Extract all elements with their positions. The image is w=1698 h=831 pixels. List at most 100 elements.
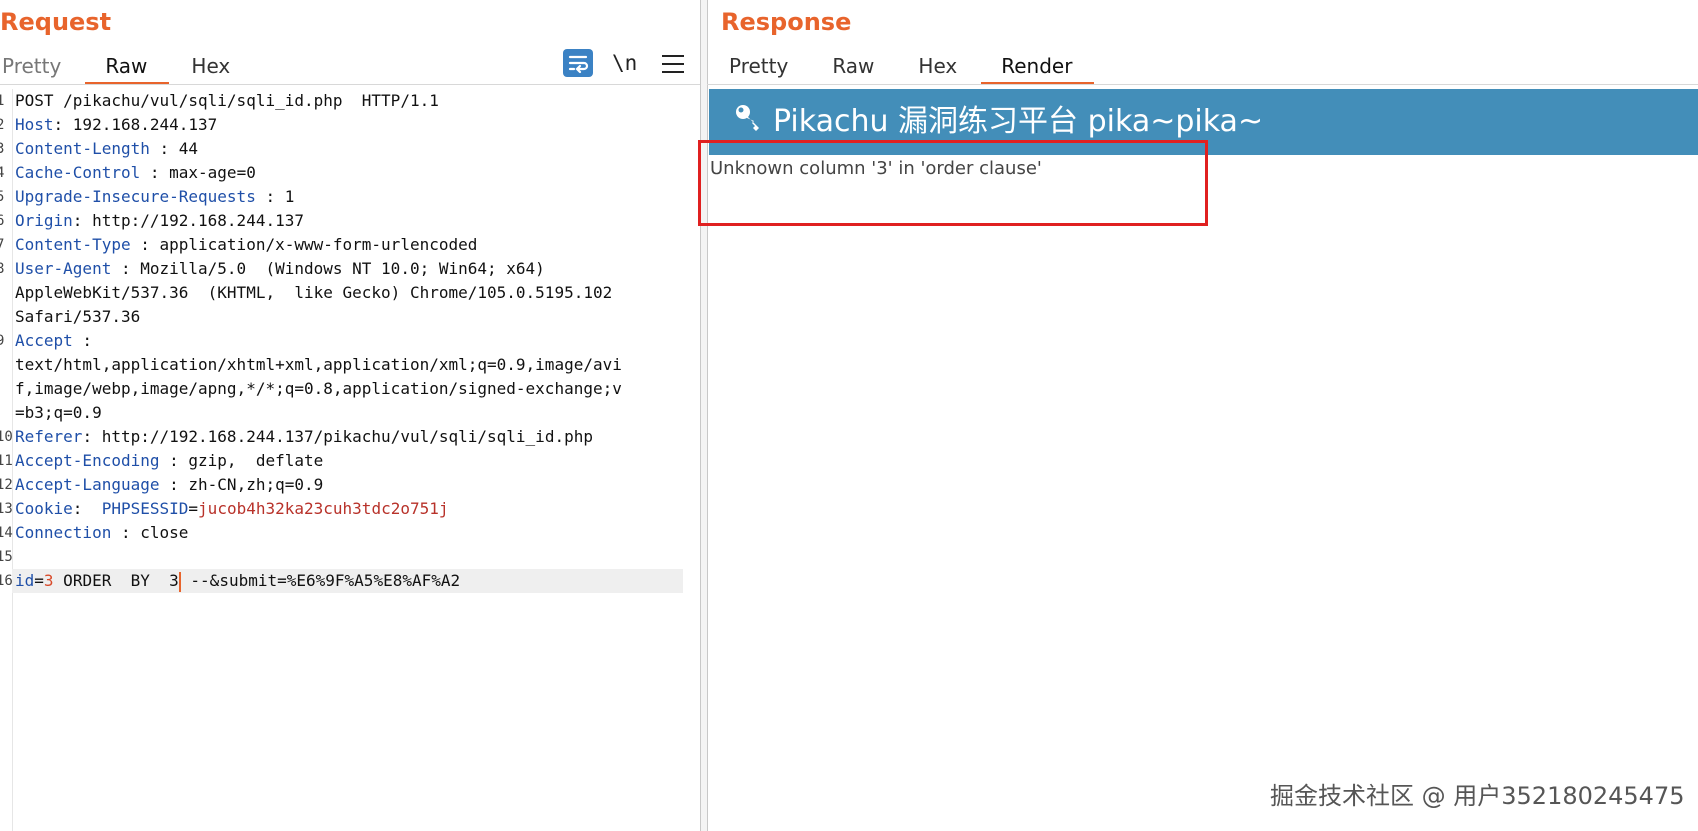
line-content: Content-Type : application/x-www-form-ur… bbox=[15, 233, 477, 257]
line-content: Content-Length : 44 bbox=[15, 137, 198, 161]
header-value: : close bbox=[111, 523, 189, 542]
body-text: ORDER BY 3 bbox=[53, 571, 179, 590]
highlight-box bbox=[698, 140, 1208, 226]
line-content: Upgrade-Insecure-Requests : 1 bbox=[15, 185, 294, 209]
line-content: Accept-Encoding : gzip, deflate bbox=[15, 449, 323, 473]
body-text: --&submit=%E6%9F%A5%E8%AF%A2 bbox=[180, 571, 461, 590]
editor-line[interactable]: 14 Connection : close bbox=[0, 521, 690, 545]
header-separator: : bbox=[72, 499, 102, 518]
editor-line[interactable]: 12 Accept-Language : zh-CN,zh;q=0.9 bbox=[0, 473, 690, 497]
request-tab-hex[interactable]: Hex bbox=[191, 46, 230, 84]
cookie-value: jucob4h32ka23cuh3tdc2o751j bbox=[198, 499, 449, 518]
line-content: Cache-Control : max-age=0 bbox=[15, 161, 256, 185]
header-value: : http://192.168.244.137/pikachu/vul/sql… bbox=[82, 427, 593, 446]
line-content: text/html,application/xhtml+xml,applicat… bbox=[15, 353, 622, 377]
line-content: Referer: http://192.168.244.137/pikachu/… bbox=[15, 425, 593, 449]
editor-line[interactable]: =b3;q=0.9 bbox=[0, 401, 690, 425]
header-name: Upgrade-Insecure-Requests bbox=[15, 187, 256, 206]
editor-line[interactable]: 3 Content-Length : 44 bbox=[0, 137, 690, 161]
watermark: 掘金技术社区 @ 用户352180245475 bbox=[1270, 782, 1685, 810]
line-text: text/html,application/xhtml+xml,applicat… bbox=[15, 355, 622, 374]
response-tabs-divider bbox=[707, 84, 1698, 85]
editor-line[interactable]: Safari/537.36 bbox=[0, 305, 690, 329]
line-text: Safari/537.36 bbox=[15, 307, 141, 326]
line-content: POST /pikachu/vul/sqli/sqli_id.php HTTP/… bbox=[15, 89, 439, 113]
wrap-lines-icon bbox=[568, 55, 589, 74]
header-value: : max-age=0 bbox=[140, 163, 256, 182]
line-content: Accept : bbox=[15, 329, 92, 353]
response-tab-pretty[interactable]: Pretty bbox=[729, 46, 788, 84]
editor-line[interactable]: text/html,application/xhtml+xml,applicat… bbox=[0, 353, 690, 377]
request-tab-raw[interactable]: Raw bbox=[85, 46, 170, 85]
line-content: f,image/webp,image/apng,*/*;q=0.8,applic… bbox=[15, 377, 622, 401]
line-content: Accept-Language : zh-CN,zh;q=0.9 bbox=[15, 473, 323, 497]
response-tab-raw[interactable]: Raw bbox=[832, 46, 874, 84]
header-name: Referer bbox=[15, 427, 83, 446]
response-title: Response bbox=[721, 8, 852, 36]
header-name: Content-Type bbox=[15, 235, 131, 254]
line-text: AppleWebKit/537.36 (KHTML, like Gecko) C… bbox=[15, 283, 613, 302]
editor-line[interactable]: 16 id=3 ORDER BY 3 --&submit=%E6%9F%A5%E8… bbox=[0, 569, 690, 593]
header-name: Accept bbox=[15, 331, 73, 350]
pane-splitter[interactable] bbox=[700, 0, 708, 831]
line-content: Safari/537.36 bbox=[15, 305, 140, 329]
line-text: =b3;q=0.9 bbox=[15, 403, 102, 422]
wrap-lines-button[interactable] bbox=[563, 49, 593, 77]
request-tab-pretty[interactable]: Pretty bbox=[2, 46, 61, 84]
line-number: 4 bbox=[0, 165, 5, 181]
editor-line[interactable]: 5 Upgrade-Insecure-Requests : 1 bbox=[0, 185, 690, 209]
line-text: POST /pikachu/vul/sqli/sqli_id.php HTTP/… bbox=[15, 91, 439, 110]
cookie-name: PHPSESSID bbox=[101, 499, 189, 518]
line-content: Host: 192.168.244.137 bbox=[15, 113, 217, 137]
line-number: 12 bbox=[0, 477, 13, 493]
line-number: 2 bbox=[0, 117, 5, 133]
editor-line[interactable]: 9 Accept : bbox=[0, 329, 690, 353]
line-content: AppleWebKit/537.36 (KHTML, like Gecko) C… bbox=[15, 281, 612, 305]
editor-line[interactable]: 2 Host: 192.168.244.137 bbox=[0, 113, 690, 137]
response-tab-hex[interactable]: Hex bbox=[918, 46, 957, 84]
editor-line[interactable]: 15 bbox=[0, 545, 690, 569]
editor-line[interactable]: 7 Content-Type : application/x-www-form-u… bbox=[0, 233, 690, 257]
header-value: : zh-CN,zh;q=0.9 bbox=[159, 475, 324, 494]
header-name: Cache-Control bbox=[15, 163, 141, 182]
header-name: Host bbox=[15, 115, 54, 134]
line-content: =b3;q=0.9 bbox=[15, 401, 102, 425]
line-number: 1 bbox=[0, 93, 5, 109]
line-number: 8 bbox=[0, 261, 5, 277]
editor-line[interactable]: 11 Accept-Encoding : gzip, deflate bbox=[0, 449, 690, 473]
editor-line[interactable]: 6 Origin: http://192.168.244.137 bbox=[0, 209, 690, 233]
show-newlines-button[interactable]: \n bbox=[612, 49, 642, 77]
header-name: Accept-Encoding bbox=[15, 451, 160, 470]
editor-line[interactable]: f,image/webp,image/apng,*/*;q=0.8,applic… bbox=[0, 377, 690, 401]
editor-line[interactable]: 1 POST /pikachu/vul/sqli/sqli_id.php HTTP… bbox=[0, 89, 690, 113]
editor-line[interactable]: 8 User-Agent : Mozilla/5.0 (Windows NT 10… bbox=[0, 257, 690, 281]
editor-line[interactable]: 13 Cookie: PHPSESSID=jucob4h32ka23cuh3tdc… bbox=[0, 497, 690, 521]
line-text: f,image/webp,image/apng,*/*;q=0.8,applic… bbox=[15, 379, 622, 398]
request-tabs: Pretty Raw Hex bbox=[2, 46, 274, 85]
line-content: id=3 ORDER BY 3 --&submit=%E6%9F%A5%E8%A… bbox=[15, 569, 460, 593]
header-name: User-Agent bbox=[15, 259, 112, 278]
editor-line[interactable]: 4 Cache-Control : max-age=0 bbox=[0, 161, 690, 185]
response-tab-render[interactable]: Render bbox=[981, 46, 1095, 85]
line-number: 10 bbox=[0, 429, 13, 445]
render-header-text: Pikachu 漏洞练习平台 pika~pika~ bbox=[773, 104, 1264, 139]
line-content: Connection : close bbox=[15, 521, 188, 545]
hamburger-menu-icon[interactable] bbox=[658, 49, 688, 77]
request-editor[interactable]: 1 POST /pikachu/vul/sqli/sqli_id.php HTTP… bbox=[0, 89, 690, 593]
line-number: 9 bbox=[0, 333, 5, 349]
param-name: id bbox=[15, 571, 35, 590]
header-value: : 44 bbox=[149, 139, 199, 158]
header-value: : 192.168.244.137 bbox=[53, 115, 218, 134]
header-name: Content-Length bbox=[15, 139, 150, 158]
header-name: Origin bbox=[15, 211, 73, 230]
line-number: 14 bbox=[0, 525, 13, 541]
line-number: 16 bbox=[0, 573, 13, 589]
line-number: 15 bbox=[0, 549, 13, 565]
line-number: 3 bbox=[0, 141, 5, 157]
line-content: Origin: http://192.168.244.137 bbox=[15, 209, 304, 233]
editor-line[interactable]: AppleWebKit/537.36 (KHTML, like Gecko) C… bbox=[0, 281, 690, 305]
param-value: 3 bbox=[43, 571, 54, 590]
line-content: Cookie: PHPSESSID=jucob4h32ka23cuh3tdc2o… bbox=[15, 497, 449, 521]
editor-line[interactable]: 10 Referer: http://192.168.244.137/pikach… bbox=[0, 425, 690, 449]
request-tabs-divider bbox=[0, 84, 700, 85]
